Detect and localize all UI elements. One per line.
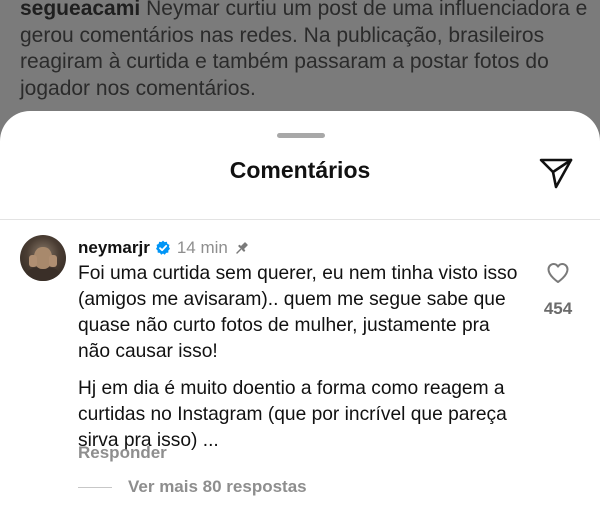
view-more-replies-label[interactable]: Ver mais 80 respostas [128, 477, 307, 497]
comment-time: 14 min [176, 238, 228, 257]
comment-username[interactable]: neymarjr [78, 238, 150, 258]
comments-sheet: Comentários neymarjr 14 min Foi uma curt… [0, 111, 600, 511]
caption-username[interactable]: segueacami [20, 0, 140, 20]
like-count: 454 [543, 299, 573, 318]
send-icon[interactable] [538, 155, 574, 191]
comment-text: Foi uma curtida sem querer, eu nem tinha… [78, 261, 518, 465]
post-caption: segueacami Neymar curtiu um post de uma … [20, 0, 590, 102]
reply-button[interactable]: Responder [78, 443, 167, 463]
sheet-title: Comentários [229, 157, 371, 183]
comment-header: neymarjr 14 min [78, 237, 250, 259]
sheet-grabber[interactable] [277, 133, 325, 138]
pin-icon [236, 241, 248, 254]
replies-line [78, 486, 112, 488]
divider [0, 219, 600, 220]
comment-paragraph: Foi uma curtida sem querer, eu nem tinha… [78, 263, 518, 362]
heart-icon[interactable] [546, 261, 570, 285]
avatar[interactable] [20, 235, 66, 281]
like-control: 454 [539, 261, 577, 319]
verified-badge-icon [155, 240, 170, 255]
view-more-replies-button[interactable]: Ver mais 80 respostas [78, 477, 307, 497]
